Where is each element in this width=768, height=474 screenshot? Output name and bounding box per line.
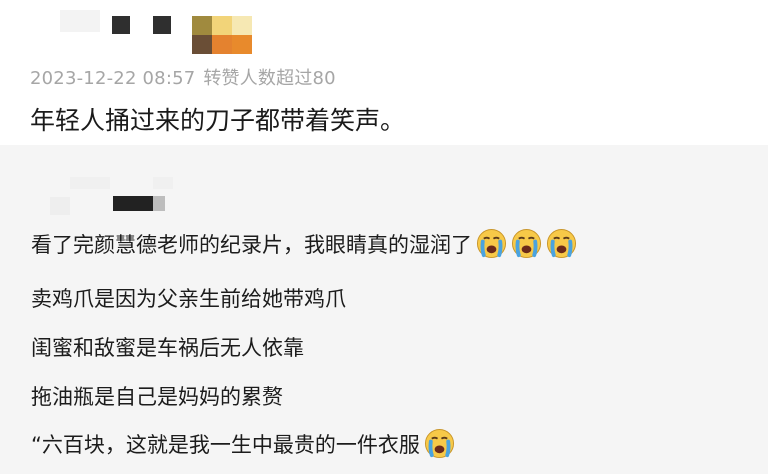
comment-meta: 2023-12-22 08:57 转赞人数超过80 (30, 64, 336, 90)
crying-face-icon (476, 228, 507, 259)
censored-reply-avatar (50, 197, 70, 215)
reply-line: “六百块，这就是我一生中最贵的一件衣服 (31, 428, 455, 459)
reply-line: 看了完颜慧德老师的纪录片，我眼睛真的湿润了 (31, 228, 577, 259)
censored-reply-username (153, 177, 173, 189)
screenshot: 2023-12-22 08:57 转赞人数超过80 年轻人捅过来的刀子都带着笑声… (0, 0, 768, 474)
crying-face-icon (546, 228, 577, 259)
reply-line-text: “六百块，这就是我一生中最贵的一件衣服 (31, 432, 420, 457)
reply-line: 闺蜜和敌蜜是车祸后无人依靠 (31, 332, 304, 362)
comment-date: 2023-12-22 08:57 (30, 68, 196, 89)
reply-card: 看了完颜慧德老师的纪录片，我眼睛真的湿润了 卖鸡爪是因为父亲生前给她带鸡爪 闺蜜… (0, 145, 768, 474)
censored-reply-username (153, 196, 165, 211)
comment-likes: 转赞人数超过80 (203, 68, 336, 89)
censored-avatar-block (60, 10, 100, 32)
reply-line-text: 拖油瓶是自己是妈妈的累赘 (31, 385, 283, 409)
censored-username-block (112, 16, 130, 34)
censored-username-block (153, 16, 171, 34)
censored-reply-username (113, 196, 153, 211)
comment-text: 年轻人捅过来的刀子都带着笑声。 (30, 106, 406, 135)
reply-line-text: 闺蜜和敌蜜是车祸后无人依靠 (31, 336, 304, 360)
reply-line: 卖鸡爪是因为父亲生前给她带鸡爪 (31, 283, 346, 313)
crying-face-icon (511, 228, 542, 259)
censored-reply-username (70, 177, 110, 189)
reply-line-text: 卖鸡爪是因为父亲生前给她带鸡爪 (31, 287, 346, 311)
comment-card: 2023-12-22 08:57 转赞人数超过80 年轻人捅过来的刀子都带着笑声… (0, 0, 768, 145)
reply-line-text: 看了完颜慧德老师的纪录片，我眼睛真的湿润了 (31, 232, 472, 257)
censored-avatar-mosaic (192, 16, 252, 54)
crying-face-icon (424, 428, 455, 459)
reply-line: 拖油瓶是自己是妈妈的累赘 (31, 381, 283, 411)
